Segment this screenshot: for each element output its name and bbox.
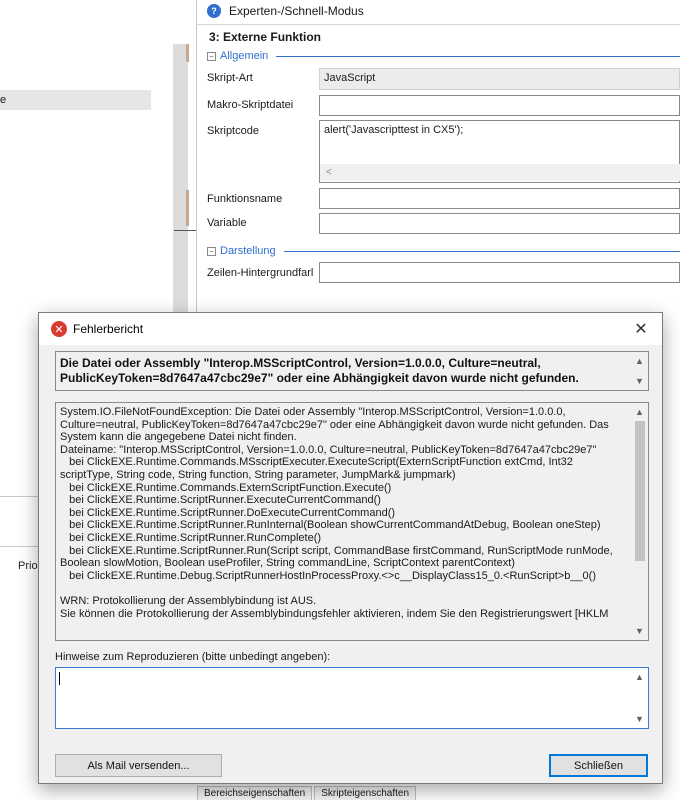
info-circle-icon: ? <box>207 4 221 18</box>
stack-trace-box[interactable]: System.IO.FileNotFoundException: Die Dat… <box>55 402 649 641</box>
dialog-title: Fehlerbericht <box>73 322 144 336</box>
row-bg-label: Zeilen-Hintergrundfarl <box>207 267 314 279</box>
close-button[interactable]: Schließen <box>549 754 648 777</box>
error-summary[interactable]: Die Datei oder Assembly "Interop.MSScrip… <box>55 351 649 391</box>
stack-trace-line: Dateiname: "Interop.MSScriptControl, Ver… <box>60 443 597 456</box>
chevron-down-icon[interactable]: ▼ <box>631 374 648 388</box>
section-rule <box>276 55 680 57</box>
stack-trace-scrollbar[interactable]: ▲ ▼ <box>631 403 648 640</box>
variable-label: Variable <box>207 217 247 229</box>
collapse-box-icon[interactable]: − <box>207 246 216 256</box>
error-circle-icon: ✕ <box>51 321 67 337</box>
chevron-down-icon[interactable]: ▼ <box>631 712 648 726</box>
section-display[interactable]: − Darstellung <box>207 245 680 257</box>
chevron-up-icon[interactable]: ▲ <box>631 670 648 684</box>
collapse-box-icon[interactable]: − <box>207 51 216 61</box>
section-rule <box>283 250 680 252</box>
stack-trace-line: bei ClickEXE.Runtime.ScriptRunner.Execut… <box>60 494 381 507</box>
stack-trace-line: bei ClickEXE.Runtime.ScriptRunner.RunCom… <box>60 531 322 544</box>
script-code-label: Skriptcode <box>207 125 259 137</box>
stack-trace-line: bei ClickEXE.Runtime.Commands.ExternScri… <box>60 481 392 494</box>
hint-label: Hinweise zum Reproduzieren (bitte unbedi… <box>55 651 331 663</box>
function-title: 3: Externe Funktion <box>209 30 322 44</box>
text-caret <box>59 672 60 685</box>
column-header-prio[interactable]: Prio <box>18 560 38 572</box>
stack-trace-line: System.IO.FileNotFoundException: Die Dat… <box>60 406 612 444</box>
stack-trace-line: bei ClickEXE.Runtime.ScriptRunner.DoExec… <box>60 506 396 519</box>
stack-trace-line: WRN: Protokollierung der Assemblybindung… <box>60 594 317 607</box>
script-type-field[interactable]: JavaScript <box>319 68 680 90</box>
chevron-up-icon[interactable]: ▲ <box>631 354 648 368</box>
send-mail-button[interactable]: Als Mail versenden... <box>55 754 222 777</box>
scrollbar-thumb[interactable] <box>635 421 645 561</box>
section-general[interactable]: − Allgemein <box>207 50 680 62</box>
error-report-dialog: ✕ Fehlerbericht ✕ Die Datei oder Assembl… <box>38 312 663 784</box>
section-general-label: Allgemein <box>220 50 269 62</box>
mode-label: Experten-/Schnell-Modus <box>229 4 364 18</box>
splitter-marker <box>186 190 189 226</box>
chevron-down-icon[interactable]: ▼ <box>631 624 648 638</box>
function-name-label: Funktionsname <box>207 193 283 205</box>
mode-toggle[interactable]: ? Experten-/Schnell-Modus <box>207 4 364 18</box>
dialog-titlebar[interactable]: ✕ Fehlerbericht ✕ <box>39 313 662 345</box>
stack-trace-line: bei ClickEXE.Runtime.Commands.MSscriptEx… <box>60 456 576 481</box>
tab-script-properties[interactable]: Skripteigenschaften <box>314 786 417 800</box>
section-display-label: Darstellung <box>220 245 276 257</box>
bottom-tabs: Bereichseigenschaften Skripteigenschafte… <box>197 786 417 800</box>
stack-trace-text: System.IO.FileNotFoundException: Die Dat… <box>60 406 626 620</box>
macro-file-label: Makro-Skriptdatei <box>207 99 294 111</box>
tab-area-properties[interactable]: Bereichseigenschaften <box>197 786 313 800</box>
stack-trace-line <box>60 582 626 595</box>
row-bg-field[interactable] <box>319 262 680 283</box>
macro-file-field[interactable] <box>319 95 680 116</box>
hint-scrollbar[interactable]: ▲ ▼ <box>631 668 648 728</box>
chevron-up-icon[interactable]: ▲ <box>631 405 648 419</box>
left-panel-item-label: e <box>0 94 7 106</box>
close-icon[interactable]: ✕ <box>624 315 658 343</box>
chevron-left-icon[interactable]: < <box>320 164 680 181</box>
error-summary-text: Die Datei oder Assembly "Interop.MSScrip… <box>60 356 579 385</box>
connector-line <box>174 230 196 231</box>
splitter-marker <box>186 44 189 62</box>
mode-separator <box>197 24 680 25</box>
function-name-field[interactable] <box>319 188 680 209</box>
left-panel-selected-item[interactable] <box>0 90 151 110</box>
script-type-label: Skript-Art <box>207 72 253 84</box>
stack-trace-line: bei ClickEXE.Runtime.ScriptRunner.Run(Sc… <box>60 544 616 570</box>
summary-scrollbar[interactable]: ▲ ▼ <box>631 352 648 390</box>
variable-field[interactable] <box>319 213 680 234</box>
stack-trace-line: Sie können die Protokollierung der Assem… <box>60 607 609 620</box>
left-panel-scrollbar[interactable] <box>173 44 188 314</box>
stack-trace-line: bei ClickEXE.Runtime.Debug.ScriptRunnerH… <box>60 569 596 582</box>
stack-trace-line: bei ClickEXE.Runtime.ScriptRunner.RunInt… <box>60 519 601 532</box>
hint-input[interactable]: ▲ ▼ <box>55 667 649 729</box>
properties-panel: ? Experten-/Schnell-Modus 3: Externe Fun… <box>197 0 680 320</box>
